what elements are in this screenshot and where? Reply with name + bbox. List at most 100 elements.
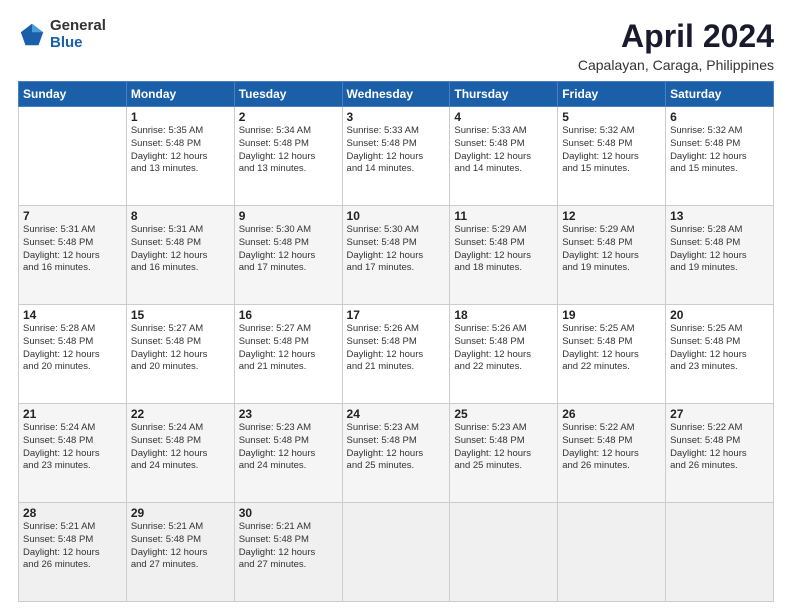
day-number: 29	[131, 506, 230, 520]
calendar-day-cell: 30Sunrise: 5:21 AM Sunset: 5:48 PM Dayli…	[234, 503, 342, 602]
calendar-day-cell: 13Sunrise: 5:28 AM Sunset: 5:48 PM Dayli…	[666, 206, 774, 305]
calendar-day-cell	[342, 503, 450, 602]
day-info: Sunrise: 5:31 AM Sunset: 5:48 PM Dayligh…	[23, 224, 122, 275]
calendar-day-cell: 17Sunrise: 5:26 AM Sunset: 5:48 PM Dayli…	[342, 305, 450, 404]
calendar-day-cell: 19Sunrise: 5:25 AM Sunset: 5:48 PM Dayli…	[558, 305, 666, 404]
calendar-header-wednesday: Wednesday	[342, 82, 450, 107]
calendar-header-tuesday: Tuesday	[234, 82, 342, 107]
day-info: Sunrise: 5:34 AM Sunset: 5:48 PM Dayligh…	[239, 125, 338, 176]
day-info: Sunrise: 5:24 AM Sunset: 5:48 PM Dayligh…	[131, 422, 230, 473]
day-number: 12	[562, 209, 661, 223]
calendar-day-cell	[450, 503, 558, 602]
day-number: 18	[454, 308, 553, 322]
day-info: Sunrise: 5:29 AM Sunset: 5:48 PM Dayligh…	[454, 224, 553, 275]
day-info: Sunrise: 5:26 AM Sunset: 5:48 PM Dayligh…	[347, 323, 446, 374]
day-info: Sunrise: 5:25 AM Sunset: 5:48 PM Dayligh…	[562, 323, 661, 374]
day-number: 27	[670, 407, 769, 421]
calendar-header-saturday: Saturday	[666, 82, 774, 107]
day-number: 13	[670, 209, 769, 223]
calendar-day-cell: 26Sunrise: 5:22 AM Sunset: 5:48 PM Dayli…	[558, 404, 666, 503]
calendar-week-row: 21 Sunrise: 5:24 AM Sunset: 5:48 PM Dayli…	[19, 404, 774, 503]
calendar-header-friday: Friday	[558, 82, 666, 107]
day-info: Sunrise: 5:29 AM Sunset: 5:48 PM Dayligh…	[562, 224, 661, 275]
day-number: 28	[23, 506, 122, 520]
day-number: 9	[239, 209, 338, 223]
logo: General Blue	[18, 18, 106, 51]
subtitle: Capalayan, Caraga, Philippines	[578, 57, 774, 73]
calendar-day-cell: 8Sunrise: 5:31 AM Sunset: 5:48 PM Daylig…	[126, 206, 234, 305]
day-info: Sunrise: 5:23 AM Sunset: 5:48 PM Dayligh…	[347, 422, 446, 473]
day-number: 22	[131, 407, 230, 421]
day-number: 21	[23, 407, 122, 421]
day-number: 2	[239, 110, 338, 124]
day-number: 5	[562, 110, 661, 124]
page: General Blue April 2024 Capalayan, Carag…	[0, 0, 792, 612]
day-number: 7	[23, 209, 122, 223]
calendar-header-thursday: Thursday	[450, 82, 558, 107]
calendar-week-row: 28Sunrise: 5:21 AM Sunset: 5:48 PM Dayli…	[19, 503, 774, 602]
day-info: Sunrise: 5:33 AM Sunset: 5:48 PM Dayligh…	[454, 125, 553, 176]
calendar-day-cell: 11Sunrise: 5:29 AM Sunset: 5:48 PM Dayli…	[450, 206, 558, 305]
day-info: Sunrise: 5:31 AM Sunset: 5:48 PM Dayligh…	[131, 224, 230, 275]
day-number: 30	[239, 506, 338, 520]
day-info: Sunrise: 5:28 AM Sunset: 5:48 PM Dayligh…	[23, 323, 122, 374]
day-info: Sunrise: 5:28 AM Sunset: 5:48 PM Dayligh…	[670, 224, 769, 275]
day-info: Sunrise: 5:30 AM Sunset: 5:48 PM Dayligh…	[347, 224, 446, 275]
day-info: Sunrise: 5:32 AM Sunset: 5:48 PM Dayligh…	[562, 125, 661, 176]
calendar-day-cell: 6Sunrise: 5:32 AM Sunset: 5:48 PM Daylig…	[666, 107, 774, 206]
day-info: Sunrise: 5:22 AM Sunset: 5:48 PM Dayligh…	[562, 422, 661, 473]
day-number: 20	[670, 308, 769, 322]
title-block: April 2024 Capalayan, Caraga, Philippine…	[578, 18, 774, 73]
day-number: 19	[562, 308, 661, 322]
calendar-table: SundayMondayTuesdayWednesdayThursdayFrid…	[18, 81, 774, 602]
calendar-day-cell: 9Sunrise: 5:30 AM Sunset: 5:48 PM Daylig…	[234, 206, 342, 305]
logo-blue-text: Blue	[50, 35, 106, 52]
calendar-day-cell	[558, 503, 666, 602]
day-info: Sunrise: 5:32 AM Sunset: 5:48 PM Dayligh…	[670, 125, 769, 176]
header: General Blue April 2024 Capalayan, Carag…	[18, 18, 774, 73]
day-number: 17	[347, 308, 446, 322]
calendar-day-cell: 3Sunrise: 5:33 AM Sunset: 5:48 PM Daylig…	[342, 107, 450, 206]
calendar-header-row: SundayMondayTuesdayWednesdayThursdayFrid…	[19, 82, 774, 107]
day-number: 23	[239, 407, 338, 421]
calendar-day-cell: 10Sunrise: 5:30 AM Sunset: 5:48 PM Dayli…	[342, 206, 450, 305]
day-number: 8	[131, 209, 230, 223]
day-info: Sunrise: 5:30 AM Sunset: 5:48 PM Dayligh…	[239, 224, 338, 275]
day-info: Sunrise: 5:27 AM Sunset: 5:48 PM Dayligh…	[131, 323, 230, 374]
day-info: Sunrise: 5:27 AM Sunset: 5:48 PM Dayligh…	[239, 323, 338, 374]
calendar-day-cell: 23Sunrise: 5:23 AM Sunset: 5:48 PM Dayli…	[234, 404, 342, 503]
calendar-week-row: 14Sunrise: 5:28 AM Sunset: 5:48 PM Dayli…	[19, 305, 774, 404]
calendar-day-cell: 22Sunrise: 5:24 AM Sunset: 5:48 PM Dayli…	[126, 404, 234, 503]
day-number: 25	[454, 407, 553, 421]
calendar-day-cell: 2Sunrise: 5:34 AM Sunset: 5:48 PM Daylig…	[234, 107, 342, 206]
logo-text: General Blue	[50, 18, 106, 51]
calendar-day-cell: 16Sunrise: 5:27 AM Sunset: 5:48 PM Dayli…	[234, 305, 342, 404]
day-number: 10	[347, 209, 446, 223]
day-number: 24	[347, 407, 446, 421]
calendar-header-sunday: Sunday	[19, 82, 127, 107]
calendar-day-cell: 28Sunrise: 5:21 AM Sunset: 5:48 PM Dayli…	[19, 503, 127, 602]
calendar-day-cell: 24Sunrise: 5:23 AM Sunset: 5:48 PM Dayli…	[342, 404, 450, 503]
day-number: 6	[670, 110, 769, 124]
day-info: Sunrise: 5:23 AM Sunset: 5:48 PM Dayligh…	[239, 422, 338, 473]
day-number: 3	[347, 110, 446, 124]
calendar-day-cell: 25Sunrise: 5:23 AM Sunset: 5:48 PM Dayli…	[450, 404, 558, 503]
calendar-day-cell: 5Sunrise: 5:32 AM Sunset: 5:48 PM Daylig…	[558, 107, 666, 206]
calendar-day-cell: 14Sunrise: 5:28 AM Sunset: 5:48 PM Dayli…	[19, 305, 127, 404]
day-number: 14	[23, 308, 122, 322]
calendar-header-monday: Monday	[126, 82, 234, 107]
day-number: 4	[454, 110, 553, 124]
day-info: Sunrise: 5:21 AM Sunset: 5:48 PM Dayligh…	[239, 521, 338, 572]
calendar-week-row: 1Sunrise: 5:35 AM Sunset: 5:48 PM Daylig…	[19, 107, 774, 206]
main-title: April 2024	[578, 18, 774, 55]
calendar-day-cell: 29Sunrise: 5:21 AM Sunset: 5:48 PM Dayli…	[126, 503, 234, 602]
day-info: Sunrise: 5:35 AM Sunset: 5:48 PM Dayligh…	[131, 125, 230, 176]
day-info: Sunrise: 5:26 AM Sunset: 5:48 PM Dayligh…	[454, 323, 553, 374]
day-info: Sunrise: 5:23 AM Sunset: 5:48 PM Dayligh…	[454, 422, 553, 473]
calendar-day-cell: 1Sunrise: 5:35 AM Sunset: 5:48 PM Daylig…	[126, 107, 234, 206]
day-info: Sunrise: 5:22 AM Sunset: 5:48 PM Dayligh…	[670, 422, 769, 473]
day-info: Sunrise: 5:21 AM Sunset: 5:48 PM Dayligh…	[23, 521, 122, 572]
day-info: Sunrise: 5:21 AM Sunset: 5:48 PM Dayligh…	[131, 521, 230, 572]
calendar-week-row: 7Sunrise: 5:31 AM Sunset: 5:48 PM Daylig…	[19, 206, 774, 305]
calendar-day-cell: 18Sunrise: 5:26 AM Sunset: 5:48 PM Dayli…	[450, 305, 558, 404]
